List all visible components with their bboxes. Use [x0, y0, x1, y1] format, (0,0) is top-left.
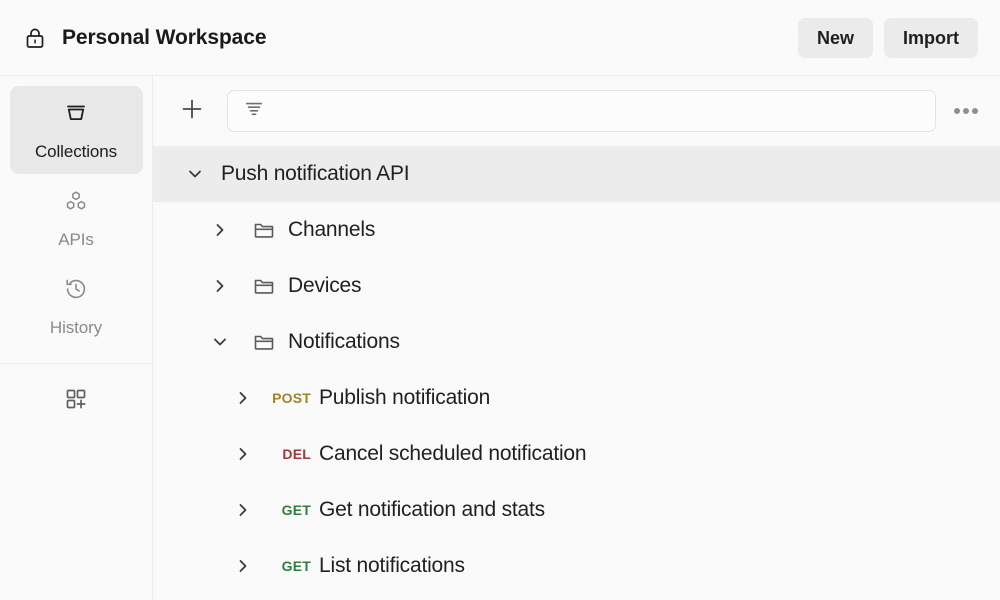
add-collection-button[interactable] [175, 94, 209, 128]
sidebar-item-label: Collections [35, 142, 117, 162]
folder-row-notifications[interactable]: Notifications [153, 314, 1000, 370]
folder-icon [252, 274, 276, 298]
folder-name: Devices [288, 274, 361, 298]
method-badge-get: GET [267, 558, 311, 574]
request-row-get-notification-and-stats[interactable]: GET Get notification and stats [153, 482, 1000, 538]
request-row-publish-notification[interactable]: POST Publish notification [153, 370, 1000, 426]
folder-row-devices[interactable]: Devices [153, 258, 1000, 314]
request-name: Cancel scheduled notification [319, 442, 586, 466]
search-filter-box[interactable] [227, 90, 936, 132]
chevron-right-icon[interactable] [231, 498, 255, 522]
import-button[interactable]: Import [884, 18, 978, 58]
collection-name: Push notification API [221, 162, 409, 186]
page-title: Personal Workspace [62, 26, 266, 50]
method-badge-get: GET [267, 502, 311, 518]
request-name: List notifications [319, 554, 465, 578]
sidebar-item-history[interactable]: History [10, 262, 143, 350]
folder-row-channels[interactable]: Channels [153, 202, 1000, 258]
grid-plus-icon [61, 384, 91, 419]
folder-name: Notifications [288, 330, 400, 354]
sidebar-item-label: History [50, 318, 102, 338]
request-row-cancel-scheduled-notification[interactable]: DEL Cancel scheduled notification [153, 426, 1000, 482]
request-name: Publish notification [319, 386, 490, 410]
hexagons-icon [61, 186, 91, 221]
chevron-right-icon[interactable] [208, 218, 232, 242]
add-module-button[interactable] [10, 364, 143, 438]
chevron-right-icon[interactable] [231, 554, 255, 578]
collection-row-push-notification-api[interactable]: Push notification API [153, 146, 1000, 202]
chevron-down-icon[interactable] [183, 162, 207, 186]
request-name: Get notification and stats [319, 498, 545, 522]
method-badge-del: DEL [267, 446, 311, 462]
chevron-right-icon[interactable] [231, 386, 255, 410]
filter-icon [244, 99, 264, 124]
folder-icon [252, 218, 276, 242]
new-button[interactable]: New [798, 18, 873, 58]
plus-icon [179, 96, 205, 127]
chevron-right-icon[interactable] [231, 442, 255, 466]
sidebar-item-apis[interactable]: APIs [10, 174, 143, 262]
collections-toolbar [153, 76, 1000, 146]
method-badge-post: POST [267, 390, 311, 406]
sidebar-item-label: APIs [58, 230, 94, 250]
app-window: Personal Workspace New Import Collection… [0, 0, 1000, 600]
chevron-down-icon[interactable] [208, 330, 232, 354]
more-options-button[interactable] [946, 94, 986, 128]
workspace-header: Personal Workspace New Import [0, 0, 1000, 76]
folder-name: Channels [288, 218, 375, 242]
search-input[interactable] [276, 102, 923, 120]
collection-tree: Push notification API [153, 146, 1000, 600]
collections-panel: Push notification API [153, 76, 1000, 600]
collection-icon [61, 98, 91, 133]
app-body: Collections APIs [0, 76, 1000, 600]
folder-icon [252, 330, 276, 354]
more-horizontal-icon [954, 108, 978, 114]
left-sidebar: Collections APIs [0, 76, 153, 600]
sidebar-item-collections[interactable]: Collections [10, 86, 143, 174]
request-row-list-notifications[interactable]: GET List notifications [153, 538, 1000, 594]
clock-history-icon [61, 274, 91, 309]
chevron-right-icon[interactable] [208, 274, 232, 298]
lock-icon [22, 25, 48, 51]
